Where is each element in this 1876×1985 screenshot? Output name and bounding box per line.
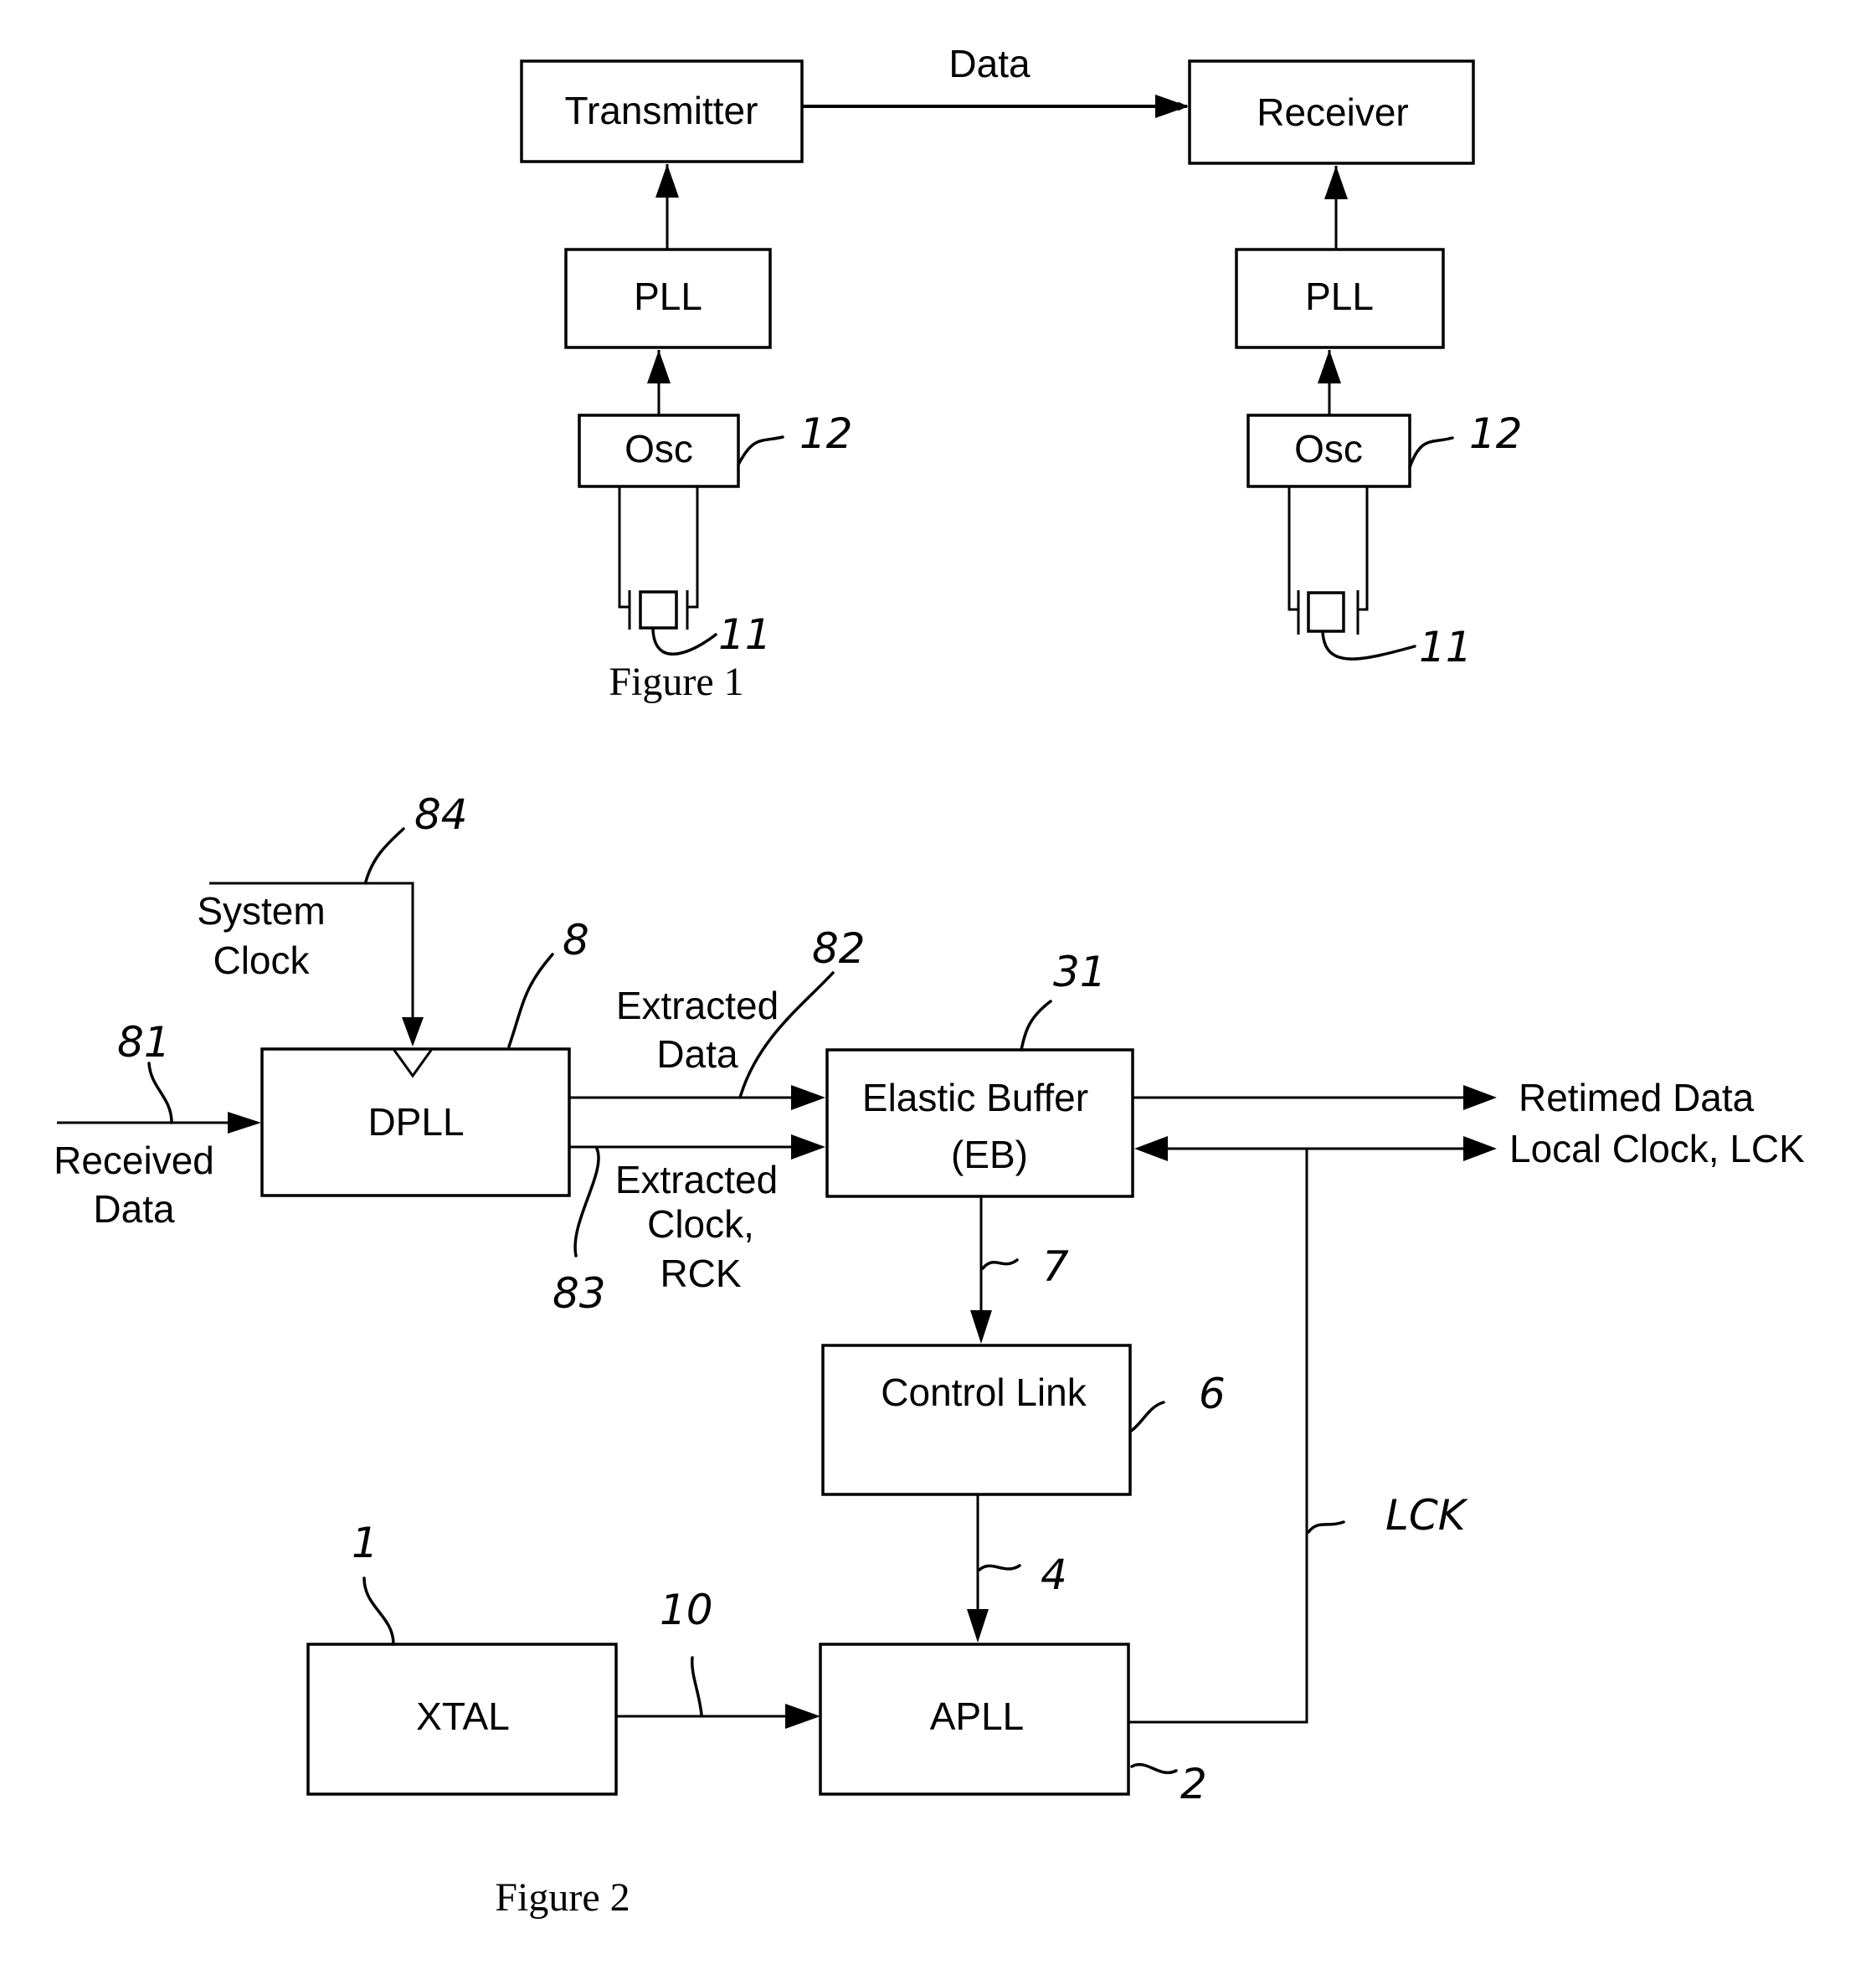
extracted-data-label-1: Extracted [616,984,779,1027]
receiver-label: Receiver [1257,90,1409,134]
local-clock-out-arrowhead [1463,1136,1497,1161]
ref-extracted-clock: 83 [553,1269,606,1318]
ref-leader-xtal-to-apll [691,1656,703,1716]
received-data-arrowhead [228,1112,261,1134]
ref-dpll: 8 [563,916,589,964]
local-clock-to-eb-arrowhead [1134,1136,1168,1161]
figure-1-caption: Figure 1 [609,660,743,704]
ref-leader-eb-to-control [981,1258,1019,1270]
elastic-buffer-label-2: (EB) [951,1133,1028,1176]
crystal-right-symbol [1288,486,1369,635]
patent-drawing: Transmitter Receiver Data PLL Osc 12 11 … [54,42,1805,1920]
extracted-clock-label-3: RCK [660,1252,741,1295]
system-clock-arrowhead [402,1017,424,1046]
ref-xtal-to-apll: 10 [660,1586,713,1634]
ref-control-to-apll: 4 [1041,1550,1067,1599]
ref-leader-control-to-apll [978,1564,1021,1571]
osc-left-label: Osc [624,427,693,471]
transmitter-block: Transmitter [520,59,804,163]
extracted-data-label-2: Data [656,1032,738,1076]
ref-xtal-left: 11 [718,610,772,659]
ref-control-link: 6 [1199,1370,1226,1418]
control-link-block: Control Link [821,1344,1132,1496]
elastic-buffer-label-1: Elastic Buffer [862,1076,1088,1119]
ref-apll: 2 [1180,1760,1207,1808]
eb-to-control-arrowhead [970,1310,992,1344]
ref-leader-xtal [362,1576,395,1646]
ref-osc-left: 12 [799,409,853,458]
ref-extracted-data: 82 [812,924,866,973]
ref-leader-osc-left [737,435,784,466]
retimed-data-arrowhead [1463,1085,1497,1110]
pll-to-receiver-arrowhead [1324,166,1348,199]
ref-leader-dpll [507,953,554,1048]
extracted-clock-arrowhead [791,1134,825,1160]
xtal-block: XTAL [306,1643,618,1796]
pll-to-transmitter-arrowhead [655,164,679,198]
ref-elastic-buffer: 31 [1053,948,1107,996]
pll-right-label: PLL [1305,275,1374,318]
xtal-label: XTAL [416,1694,510,1738]
osc-to-pll-right-arrowhead [1318,350,1341,383]
ref-eb-to-control: 7 [1042,1242,1069,1291]
ref-leader-osc-right [1408,436,1454,469]
osc-to-pll-arrowhead [647,350,671,383]
local-clock-label: Local Clock, LCK [1509,1127,1805,1170]
pll-right-block: PLL [1235,248,1445,349]
extracted-clock-label-1: Extracted [615,1158,778,1201]
ref-leader-system-clock [364,827,405,883]
crystal-left-symbol [618,486,699,630]
ref-system-clock: 84 [414,790,468,839]
dpll-label: DPLL [367,1100,464,1144]
ref-lck: LCK [1385,1491,1469,1540]
osc-left-block: Osc [578,414,740,488]
ref-leader-received-data [147,1062,173,1124]
ref-leader-xtal-right [1321,630,1416,661]
dpll-block: DPLL [260,1047,571,1197]
ref-received-data: 81 [117,1018,171,1067]
extracted-data-arrowhead [791,1085,825,1110]
retimed-data-label: Retimed Data [1519,1076,1755,1119]
xtal-to-apll-arrowhead [785,1704,820,1729]
extracted-clock-label-2: Clock, [647,1202,754,1246]
data-label: Data [948,42,1031,85]
ref-leader-xtal-left [651,628,717,656]
system-clock-label-2: Clock [213,939,310,982]
ref-xtal-right: 11 [1419,623,1473,671]
transmitter-label: Transmitter [565,89,758,132]
apll-block: APLL [819,1643,1130,1796]
pll-left-block: PLL [564,248,772,349]
lck-feedback-line [1128,1149,1308,1724]
ref-leader-extracted-clock [573,1147,600,1257]
ref-xtal: 1 [352,1519,378,1567]
data-arrowhead [1155,95,1189,118]
ref-osc-right: 12 [1469,409,1523,458]
figure-2-caption: Figure 2 [495,1875,630,1920]
ref-leader-lck [1307,1520,1345,1534]
figure-1: Transmitter Receiver Data PLL Osc 12 11 … [520,42,1523,704]
ref-leader-apll [1130,1763,1178,1774]
control-link-label: Control Link [881,1370,1087,1414]
system-clock-label-1: System [197,889,325,933]
pll-left-label: PLL [634,275,702,318]
elastic-buffer-block: Elastic Buffer (EB) [825,1048,1134,1198]
control-to-apll-arrowhead [967,1609,989,1643]
ref-leader-control-link [1128,1401,1165,1433]
figure-2: DPLL System Clock 84 8 Received Data 81 … [54,790,1805,1920]
osc-right-label: Osc [1294,427,1363,471]
ref-leader-elastic-buffer [1020,1000,1052,1052]
receiver-block: Receiver [1188,59,1475,165]
received-data-label-1: Received [54,1139,214,1182]
osc-right-block: Osc [1246,414,1411,488]
apll-label: APLL [930,1694,1025,1738]
received-data-label-2: Data [93,1187,175,1231]
